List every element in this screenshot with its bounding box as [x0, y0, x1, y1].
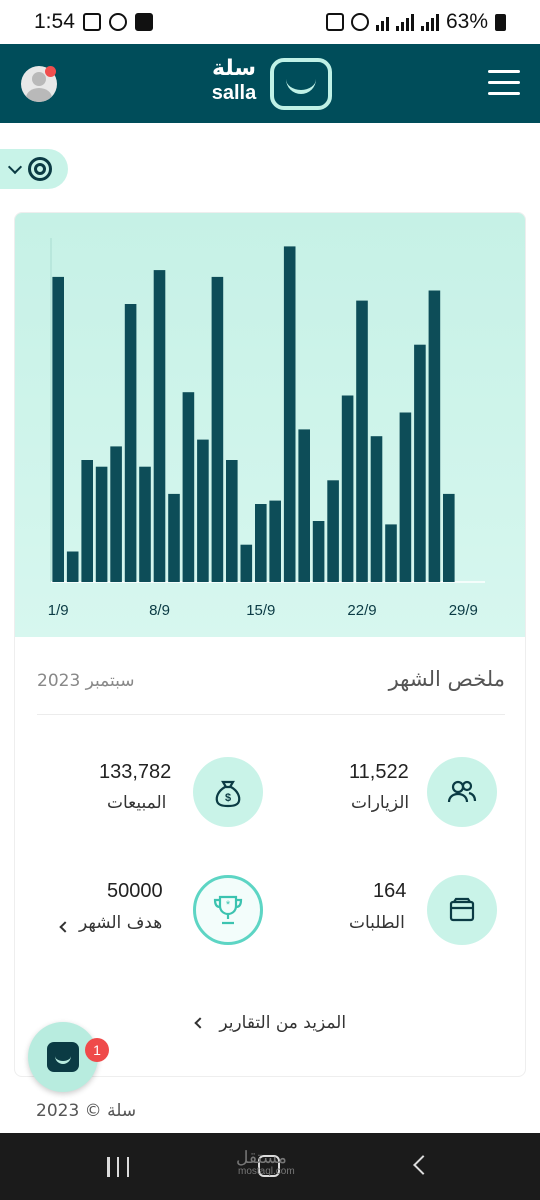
alarm-icon: [325, 13, 344, 31]
wifi-icon: [375, 13, 389, 31]
logo-text: سلة salla: [204, 56, 264, 104]
chevron-left-icon: [59, 921, 71, 933]
chart-bar-14[interactable]: [240, 544, 253, 582]
hamburger-menu-button[interactable]: [488, 70, 520, 96]
logo-bag-icon: [270, 58, 332, 110]
chart-bar-12[interactable]: [211, 276, 224, 582]
chart-bar-15[interactable]: [255, 504, 267, 582]
chart-tick-label: 29/9: [449, 602, 478, 619]
checkbox-icon: [134, 13, 153, 31]
help-dropdown-button[interactable]: [0, 149, 68, 189]
app-header: سلة salla: [0, 44, 540, 123]
whatsapp-icon: [108, 13, 127, 31]
summary-header: ملخص الشهر سبتمبر 2023: [37, 653, 505, 715]
back-button[interactable]: [413, 1155, 433, 1175]
watermark-sub: mostaql.com: [238, 1166, 295, 1177]
svg-text:$: $: [225, 792, 231, 804]
more-reports-label: المزيد من التقارير: [219, 1013, 347, 1033]
chart-bar-20[interactable]: [327, 480, 339, 582]
recent-apps-button[interactable]: [107, 1157, 129, 1177]
chart-bar-6[interactable]: [124, 304, 137, 582]
chat-icon: [47, 1042, 79, 1072]
chevron-left-icon: [194, 1017, 206, 1029]
battery-percent: 63%: [445, 10, 488, 33]
chart-bar-22[interactable]: [356, 300, 368, 582]
chart-bar-13[interactable]: [226, 460, 238, 582]
chart-bar-10[interactable]: [182, 392, 195, 582]
chart-bar-2[interactable]: [66, 551, 79, 583]
chart-tick-label: 8/9: [149, 602, 170, 619]
chat-badge: 1: [85, 1038, 109, 1062]
chevron-down-icon: [7, 159, 23, 174]
chart-tick-label: 15/9: [246, 602, 275, 619]
orders-value: 164: [373, 880, 407, 902]
dashboard-card: 1/9 8/9 15/9 22/9 29/9 ملخص الشهر سبتمبر 202…: [14, 212, 526, 1077]
orders-label: الطلبات: [349, 913, 405, 933]
menu-line: [488, 81, 520, 84]
signal-icon-2: [420, 13, 439, 31]
sales-label: المبيعات: [107, 793, 167, 813]
chart-bar-11[interactable]: [197, 439, 209, 582]
status-left: 1:54: [34, 10, 153, 34]
status-time: 1:54: [34, 10, 75, 33]
summary-month: سبتمبر 2023: [37, 671, 135, 691]
watermark: مستقل: [236, 1148, 287, 1167]
sales-chart: 1/9 8/9 15/9 22/9 29/9: [15, 213, 525, 637]
chart-bar-23[interactable]: [370, 436, 383, 582]
main-content: 1/9 8/9 15/9 22/9 29/9 ملخص الشهر سبتمبر 202…: [0, 123, 540, 1133]
gallery-icon: [82, 13, 101, 31]
battery-icon: [495, 13, 506, 31]
chart-bar-3[interactable]: [81, 460, 93, 582]
avatar-head: [32, 72, 46, 86]
chart-bar-9[interactable]: [168, 493, 180, 582]
chart-bar-25[interactable]: [399, 412, 412, 583]
chart-bar-8[interactable]: [153, 270, 166, 582]
svg-text:*: *: [226, 899, 231, 911]
chart-bar-16[interactable]: [269, 500, 281, 582]
chart-bar-19[interactable]: [312, 521, 325, 582]
chart-bar-26[interactable]: [414, 344, 426, 582]
clock-icon: [350, 13, 369, 31]
chart-bar-1[interactable]: [52, 276, 64, 582]
signal-icon: [395, 13, 414, 31]
box-icon: [427, 875, 497, 945]
chart-bar-27[interactable]: [428, 290, 441, 583]
more-reports-link[interactable]: المزيد من التقارير: [15, 1013, 525, 1033]
chart-tick-label: 22/9: [347, 602, 376, 619]
logo-english: salla: [211, 82, 257, 104]
menu-line: [488, 70, 520, 73]
notification-dot: [45, 66, 56, 77]
summary-title: ملخص الشهر: [388, 667, 505, 691]
money-bag-icon: $: [193, 757, 263, 827]
lifebuoy-icon: [28, 157, 52, 181]
sales-value: 133,782: [99, 761, 172, 783]
goal-label: هدف الشهر: [79, 913, 163, 933]
trophy-icon: *: [193, 875, 263, 945]
menu-line: [488, 92, 520, 95]
goal-value: 50000: [107, 880, 163, 902]
chart-bar-24[interactable]: [385, 524, 397, 582]
status-bar: 1:54 63%: [0, 0, 540, 44]
chart-bar-28[interactable]: [443, 493, 455, 582]
chart-bar-4[interactable]: [95, 466, 108, 582]
salla-logo: سلة salla: [204, 54, 336, 112]
chart-bar-18[interactable]: [298, 429, 310, 582]
users-icon: [427, 757, 497, 827]
avatar-body: [26, 88, 52, 102]
logo-arabic: سلة: [212, 56, 256, 81]
footer-copyright: سلة © 2023: [36, 1101, 137, 1121]
chart-tick-label: 1/9: [48, 602, 69, 619]
chart-bar-7[interactable]: [139, 466, 151, 582]
visits-label: الزيارات: [351, 793, 410, 813]
chart-bar-5[interactable]: [110, 446, 122, 582]
visits-value: 11,522: [349, 761, 409, 783]
status-right: 63%: [325, 10, 506, 34]
chart-bar-17[interactable]: [283, 246, 296, 582]
chart-svg: 1/9 8/9 15/9 22/9 29/9: [48, 238, 485, 619]
chart-bar-21[interactable]: [341, 395, 354, 583]
